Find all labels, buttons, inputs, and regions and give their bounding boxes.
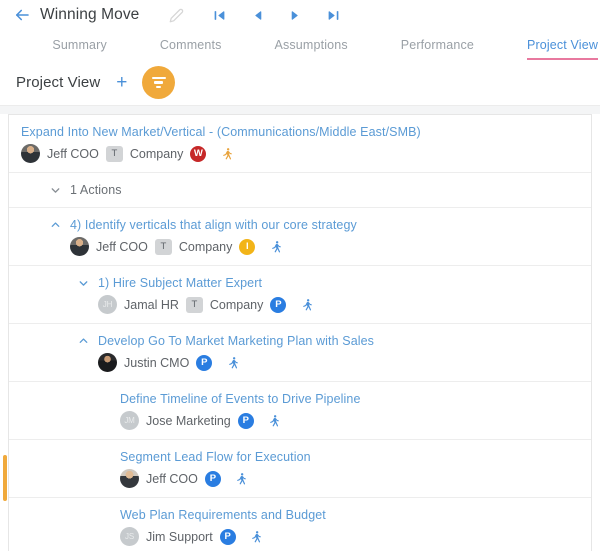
filter-button[interactable] (142, 66, 176, 99)
tree-row-title: Define Timeline of Events to Drive Pipel… (120, 391, 591, 407)
tree-row-label[interactable]: Define Timeline of Events to Drive Pipel… (120, 391, 361, 407)
status-badge: I (239, 238, 256, 255)
status-badge: P (237, 412, 254, 429)
walking-person-icon[interactable] (250, 529, 264, 544)
walking-person-icon[interactable] (220, 146, 234, 161)
toolbar-divider (0, 105, 600, 114)
next-icon[interactable] (287, 7, 304, 24)
chevron-up-icon[interactable] (77, 335, 90, 348)
walking-person-icon[interactable] (269, 239, 283, 254)
tree-row-label[interactable]: Develop Go To Market Marketing Plan with… (98, 333, 374, 349)
walking-person-icon[interactable] (235, 471, 249, 486)
avatar[interactable] (98, 353, 117, 372)
tree-row-label: 1 Actions (70, 183, 122, 197)
owner-name: Justin CMO (124, 355, 190, 370)
tree-row: Expand Into New Market/Vertical - (Commu… (9, 115, 591, 173)
avatar[interactable] (70, 237, 89, 256)
tree-row: Segment Lead Flow for Execution Jeff COO P (9, 440, 591, 498)
status-badge: P (219, 528, 236, 545)
walking-person-icon[interactable] (300, 297, 314, 312)
tree-row: 1 Actions (9, 173, 591, 208)
tree-row: Web Plan Requirements and Budget JS Jim Su… (9, 498, 591, 551)
tab-project-view[interactable]: Project View (526, 38, 598, 60)
chevron-up-icon[interactable] (49, 219, 62, 232)
status-badge: P (196, 354, 213, 371)
tree-row-meta: Justin CMO P (77, 353, 591, 372)
status-badge: P (270, 296, 287, 313)
tree-row-title: 4) Identify verticals that align with ou… (49, 217, 591, 233)
tree-row: 4) Identify verticals that align with ou… (9, 208, 591, 266)
walking-person-icon[interactable] (268, 413, 282, 428)
tree-row-meta: Jeff COO P (120, 469, 591, 488)
view-toolbar: Project View + (0, 60, 600, 105)
avatar[interactable] (120, 469, 139, 488)
back-arrow-icon[interactable] (12, 5, 32, 25)
tree-row-label[interactable]: 1) Hire Subject Matter Expert (98, 275, 262, 291)
tab-comments[interactable]: Comments (160, 38, 222, 60)
tab-summary[interactable]: Summary (52, 38, 107, 60)
pencil-icon[interactable] (167, 6, 185, 24)
add-button[interactable]: + (116, 73, 127, 92)
tree-row-label[interactable]: Segment Lead Flow for Execution (120, 449, 311, 465)
skip-to-last-icon[interactable] (325, 7, 342, 24)
owner-name: Jeff COO (96, 239, 148, 254)
avatar[interactable] (21, 144, 40, 163)
tab-performance[interactable]: Performance (401, 38, 474, 60)
tab-bar: Summary Comments Assumptions Performance Pro… (0, 30, 600, 60)
tree-row-meta: JH Jamal HR T Company P (77, 295, 591, 314)
tree-row: 1) Hire Subject Matter Expert JH Jamal HR T… (9, 266, 591, 324)
type-badge: T (105, 145, 123, 162)
tree-row-title: Segment Lead Flow for Execution (120, 449, 591, 465)
tree-row-label[interactable]: 4) Identify verticals that align with ou… (70, 217, 357, 233)
company-label: Company (129, 146, 184, 161)
company-label: Company (209, 297, 264, 312)
project-tree-card: Expand Into New Market/Vertical - (Commu… (8, 114, 592, 551)
avatar[interactable]: JM (120, 411, 139, 430)
tree-row-title: Expand Into New Market/Vertical - (Commu… (21, 124, 591, 140)
tree-row-title: 1) Hire Subject Matter Expert (77, 275, 591, 291)
owner-name: Jim Support (146, 529, 213, 544)
tree-row-title: Web Plan Requirements and Budget (120, 507, 591, 523)
avatar[interactable]: JH (98, 295, 117, 314)
app-header: Winning Move (0, 0, 600, 30)
company-label: Company (178, 239, 233, 254)
view-title: Project View (16, 74, 101, 91)
tree-row-title: Develop Go To Market Marketing Plan with… (77, 333, 591, 349)
tree-row-label[interactable]: Expand Into New Market/Vertical - (Commu… (21, 124, 421, 140)
previous-icon[interactable] (249, 7, 266, 24)
owner-name: Jeff COO (146, 471, 198, 486)
tree-row-meta: Jeff COO T Company I (49, 237, 591, 256)
skip-to-first-icon[interactable] (211, 7, 228, 24)
walking-person-icon[interactable] (226, 355, 240, 370)
tree-row: Define Timeline of Events to Drive Pipel… (9, 382, 591, 440)
type-badge: T (154, 238, 172, 255)
tree-row: Develop Go To Market Marketing Plan with… (9, 324, 591, 382)
owner-name: Jamal HR (124, 297, 179, 312)
tab-assumptions[interactable]: Assumptions (275, 38, 348, 60)
owner-name: Jeff COO (47, 146, 99, 161)
status-badge: P (204, 470, 221, 487)
page-title: Winning Move (40, 6, 140, 23)
tree-row-label[interactable]: Web Plan Requirements and Budget (120, 507, 326, 523)
avatar[interactable]: JS (120, 527, 139, 546)
record-navigation (211, 7, 342, 24)
type-badge: T (185, 296, 203, 313)
chevron-down-icon[interactable] (49, 184, 62, 197)
tree-row-meta: Jeff COO T Company W (21, 144, 591, 163)
tree-row-meta: JS Jim Support P (120, 527, 591, 546)
tree-row-meta: JM Jose Marketing P (120, 411, 591, 430)
tree-row-title: 1 Actions (49, 182, 591, 198)
filter-funnel-icon (151, 77, 166, 88)
owner-name: Jose Marketing (146, 413, 231, 428)
status-badge: W (190, 145, 207, 162)
scroll-position-indicator[interactable] (3, 455, 7, 501)
chevron-down-icon[interactable] (77, 277, 90, 290)
